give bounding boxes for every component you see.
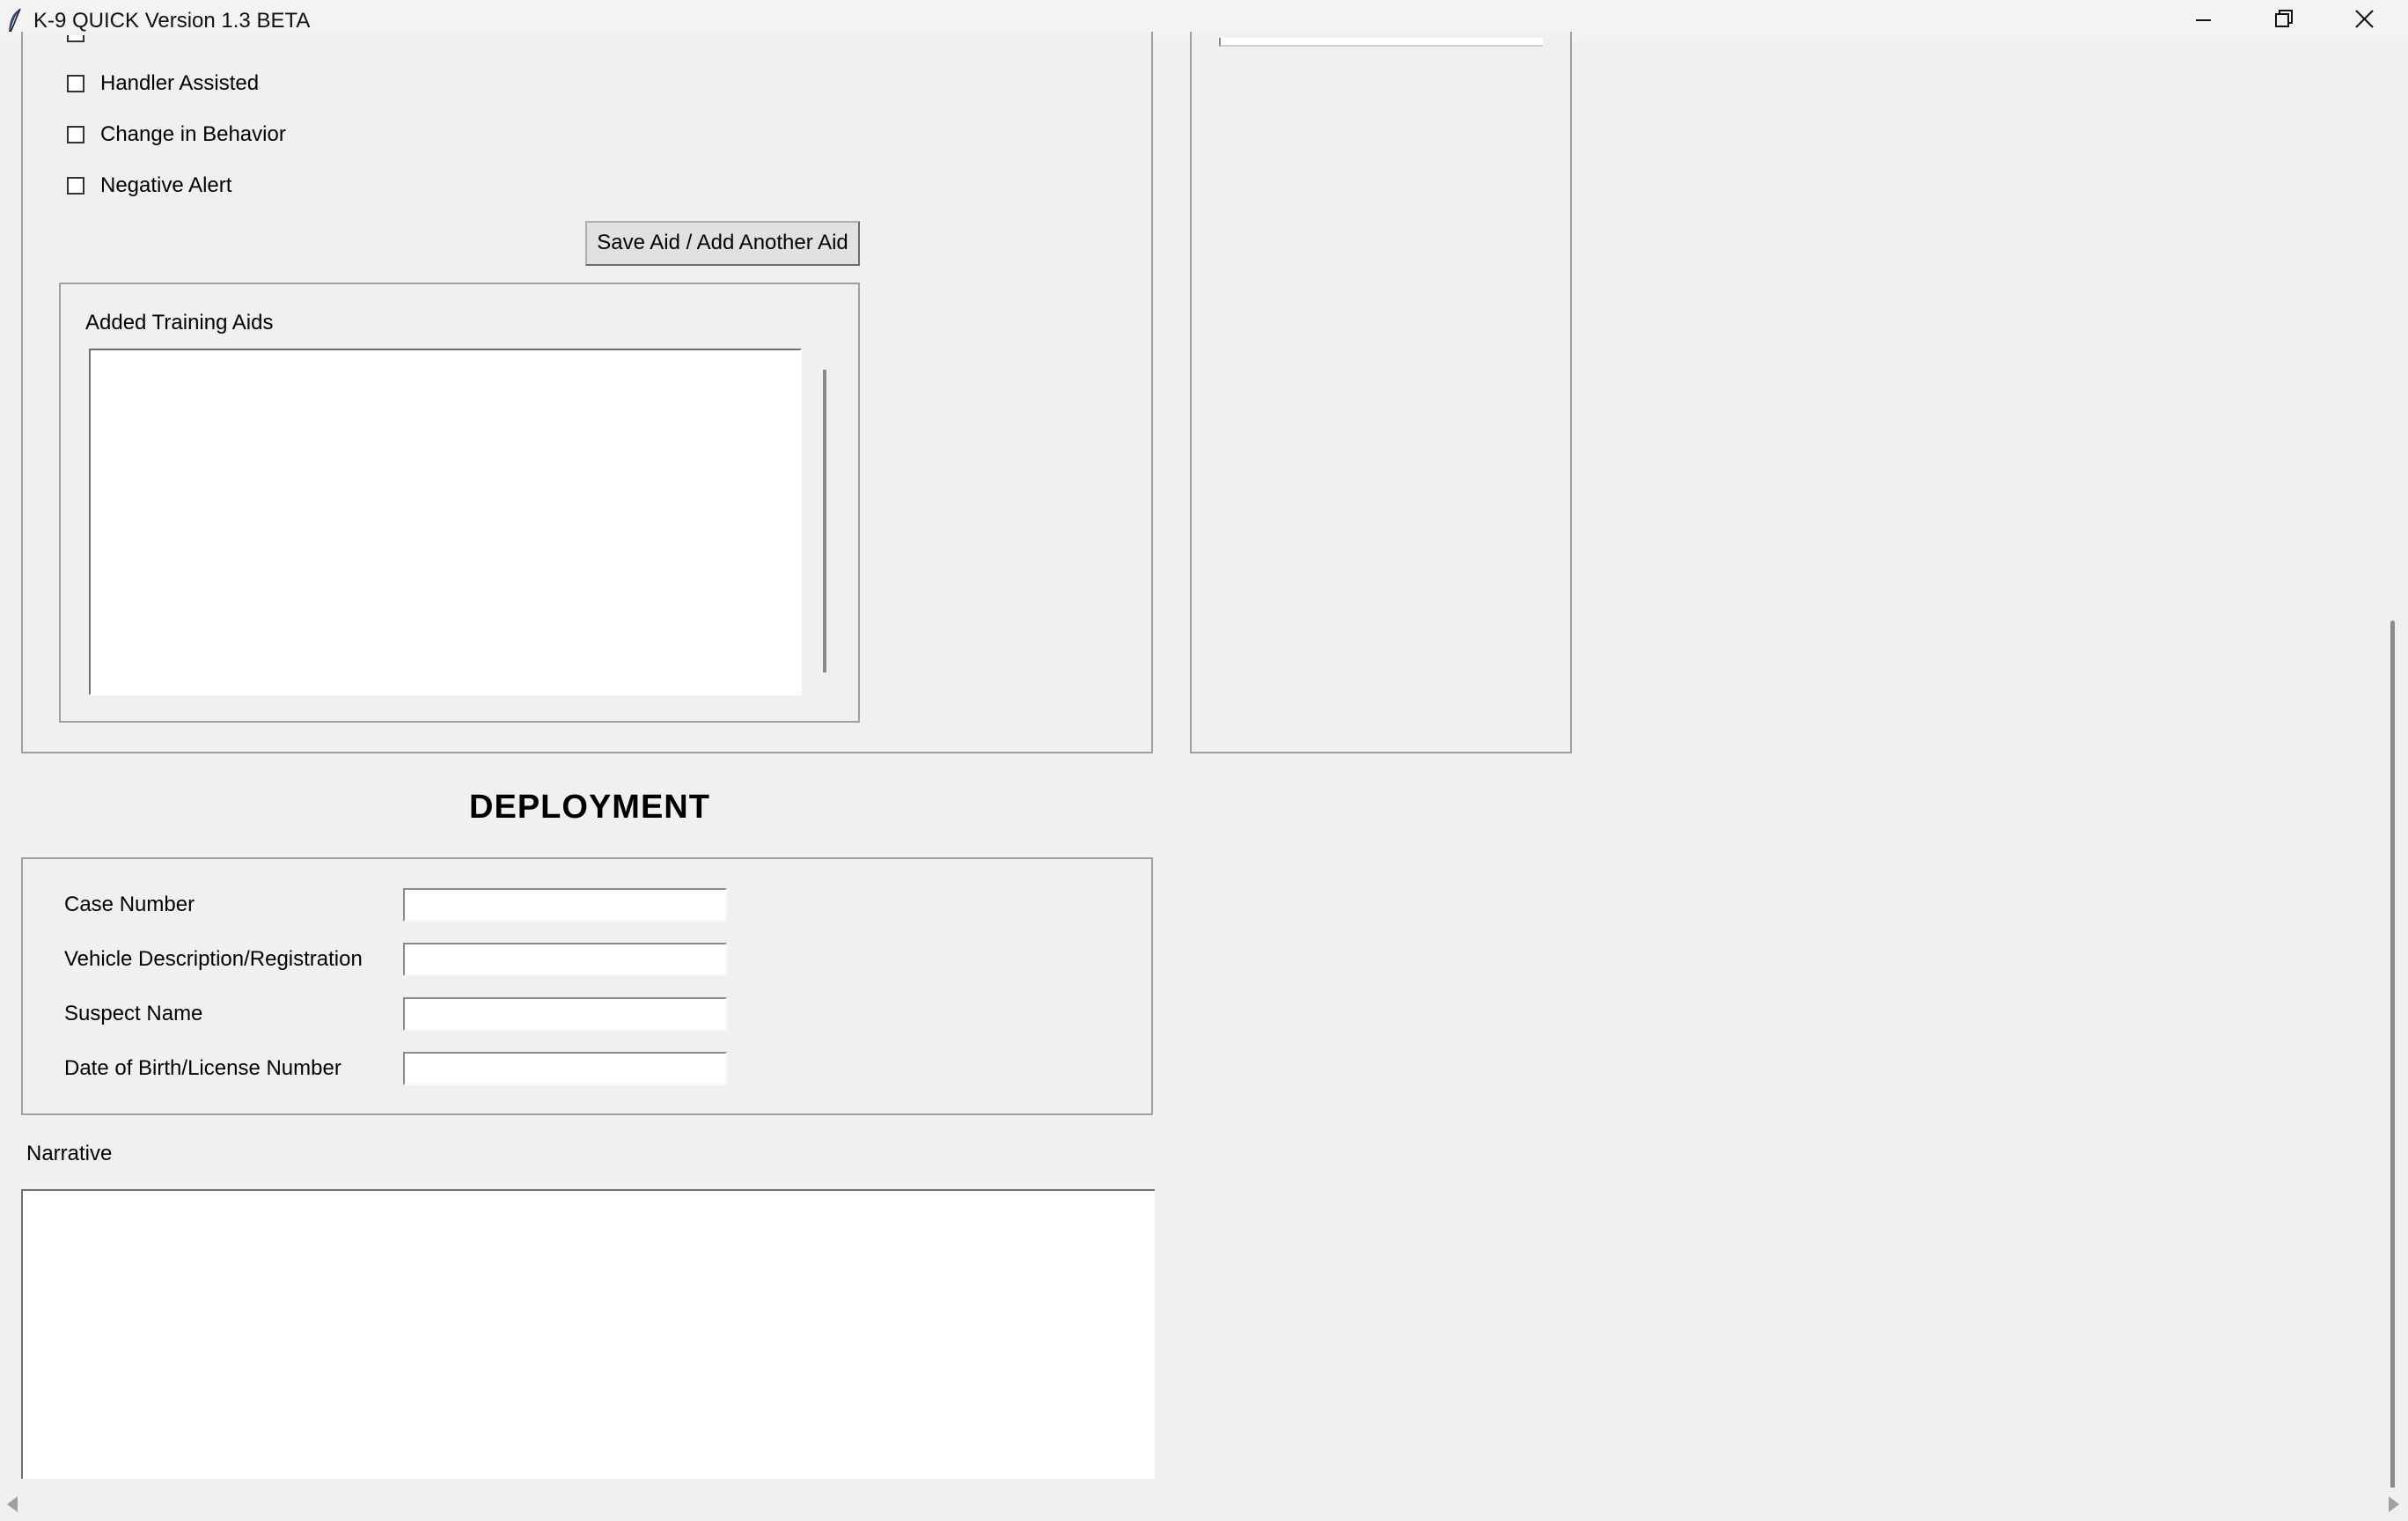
case-number-label: Case Number [64, 893, 195, 916]
vehicle-description-input[interactable] [403, 943, 727, 976]
change-in-behavior-checkbox[interactable] [67, 126, 84, 143]
side-panel-entry[interactable] [1219, 38, 1543, 47]
vertical-scrollbar-thumb[interactable] [2390, 621, 2395, 1501]
horizontal-scrollbar[interactable] [0, 1488, 2408, 1521]
negative-alert-checkbox[interactable] [67, 177, 84, 195]
checkbox-label: Handler Assisted [100, 71, 260, 95]
checkbox-label: Change in Behavior [100, 122, 286, 146]
narrative-textarea[interactable] [21, 1189, 1155, 1479]
added-training-aids-label: Added Training Aids [85, 311, 274, 334]
close-button[interactable] [2324, 0, 2403, 41]
side-panel-frame [1190, 32, 1572, 753]
dob-license-label: Date of Birth/License Number [64, 1056, 341, 1080]
list-scrollbar-thumb[interactable] [823, 370, 826, 672]
vehicle-description-label: Vehicle Description/Registration [64, 947, 363, 971]
handler-assisted-checkbox[interactable] [67, 75, 84, 92]
app-window: K-9 QUICK Version 1.3 BETA Handler Assis… [0, 0, 2408, 1521]
case-number-input[interactable] [403, 888, 727, 922]
restore-icon [2275, 10, 2293, 27]
vertical-scrollbar[interactable] [2380, 41, 2408, 1501]
minimize-icon [2196, 19, 2211, 21]
close-icon [2355, 10, 2374, 28]
checkbox[interactable] [67, 35, 84, 42]
dob-license-input[interactable] [403, 1052, 727, 1085]
list-scrollbar[interactable] [808, 343, 843, 704]
restore-button[interactable] [2243, 0, 2322, 41]
save-aid-button[interactable]: Save Aid / Add Another Aid [585, 221, 860, 266]
deployment-heading: DEPLOYMENT [469, 789, 710, 826]
added-training-aids-list[interactable] [89, 349, 802, 695]
narrative-label: Narrative [26, 1142, 113, 1165]
arrow-right-icon[interactable] [2389, 1496, 2399, 1512]
arrow-left-icon[interactable] [7, 1496, 18, 1512]
suspect-name-label: Suspect Name [64, 1002, 203, 1025]
minimize-button[interactable] [2162, 0, 2242, 41]
suspect-name-input[interactable] [403, 997, 727, 1031]
checkbox-label: Negative Alert [100, 173, 232, 197]
